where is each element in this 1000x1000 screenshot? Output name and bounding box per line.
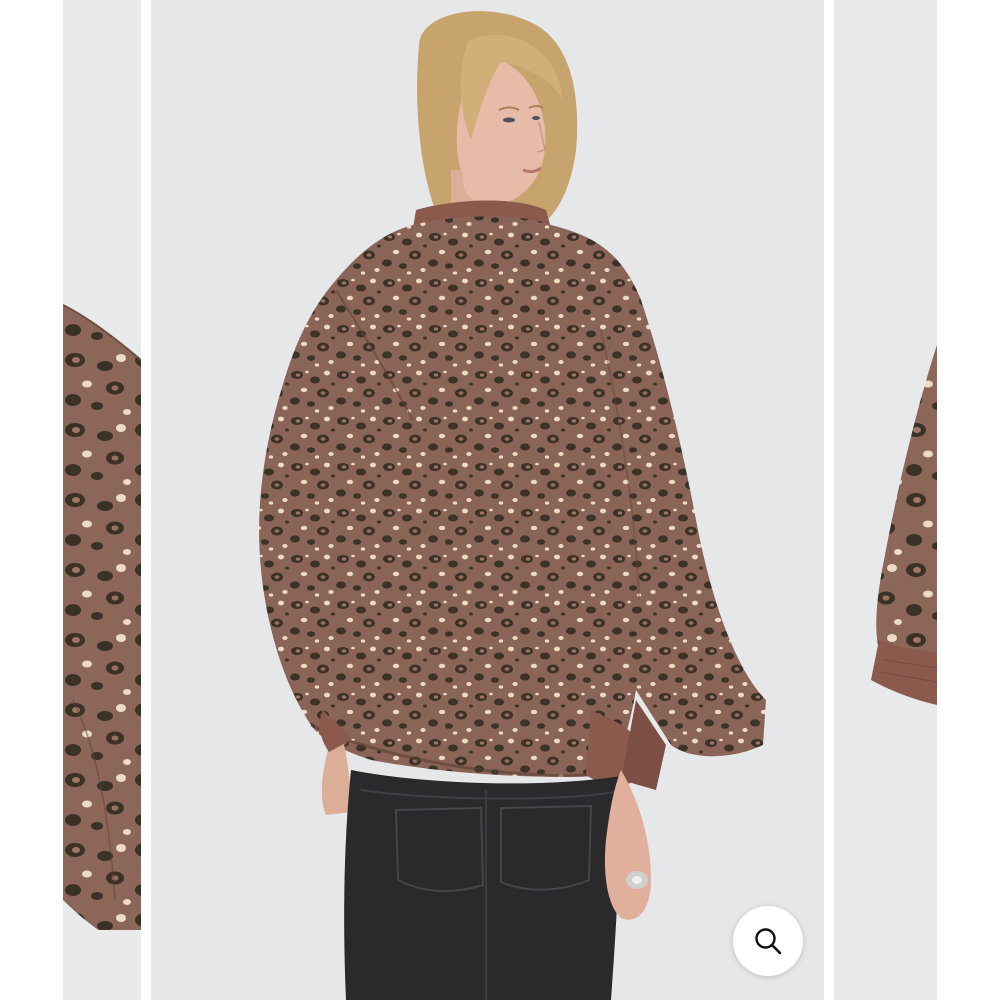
gallery-slide-current[interactable] (151, 0, 824, 1000)
zoom-button[interactable] (733, 906, 803, 976)
gallery-slide-prev[interactable] (63, 0, 141, 1000)
cuff-detail-photo (834, 0, 937, 1000)
gallery-slide-next[interactable] (834, 0, 937, 1000)
product-image-gallery (0, 0, 1000, 1000)
magnifier-icon (755, 928, 782, 955)
model-photo (151, 0, 824, 1000)
sleeve-detail-photo (63, 0, 141, 1000)
